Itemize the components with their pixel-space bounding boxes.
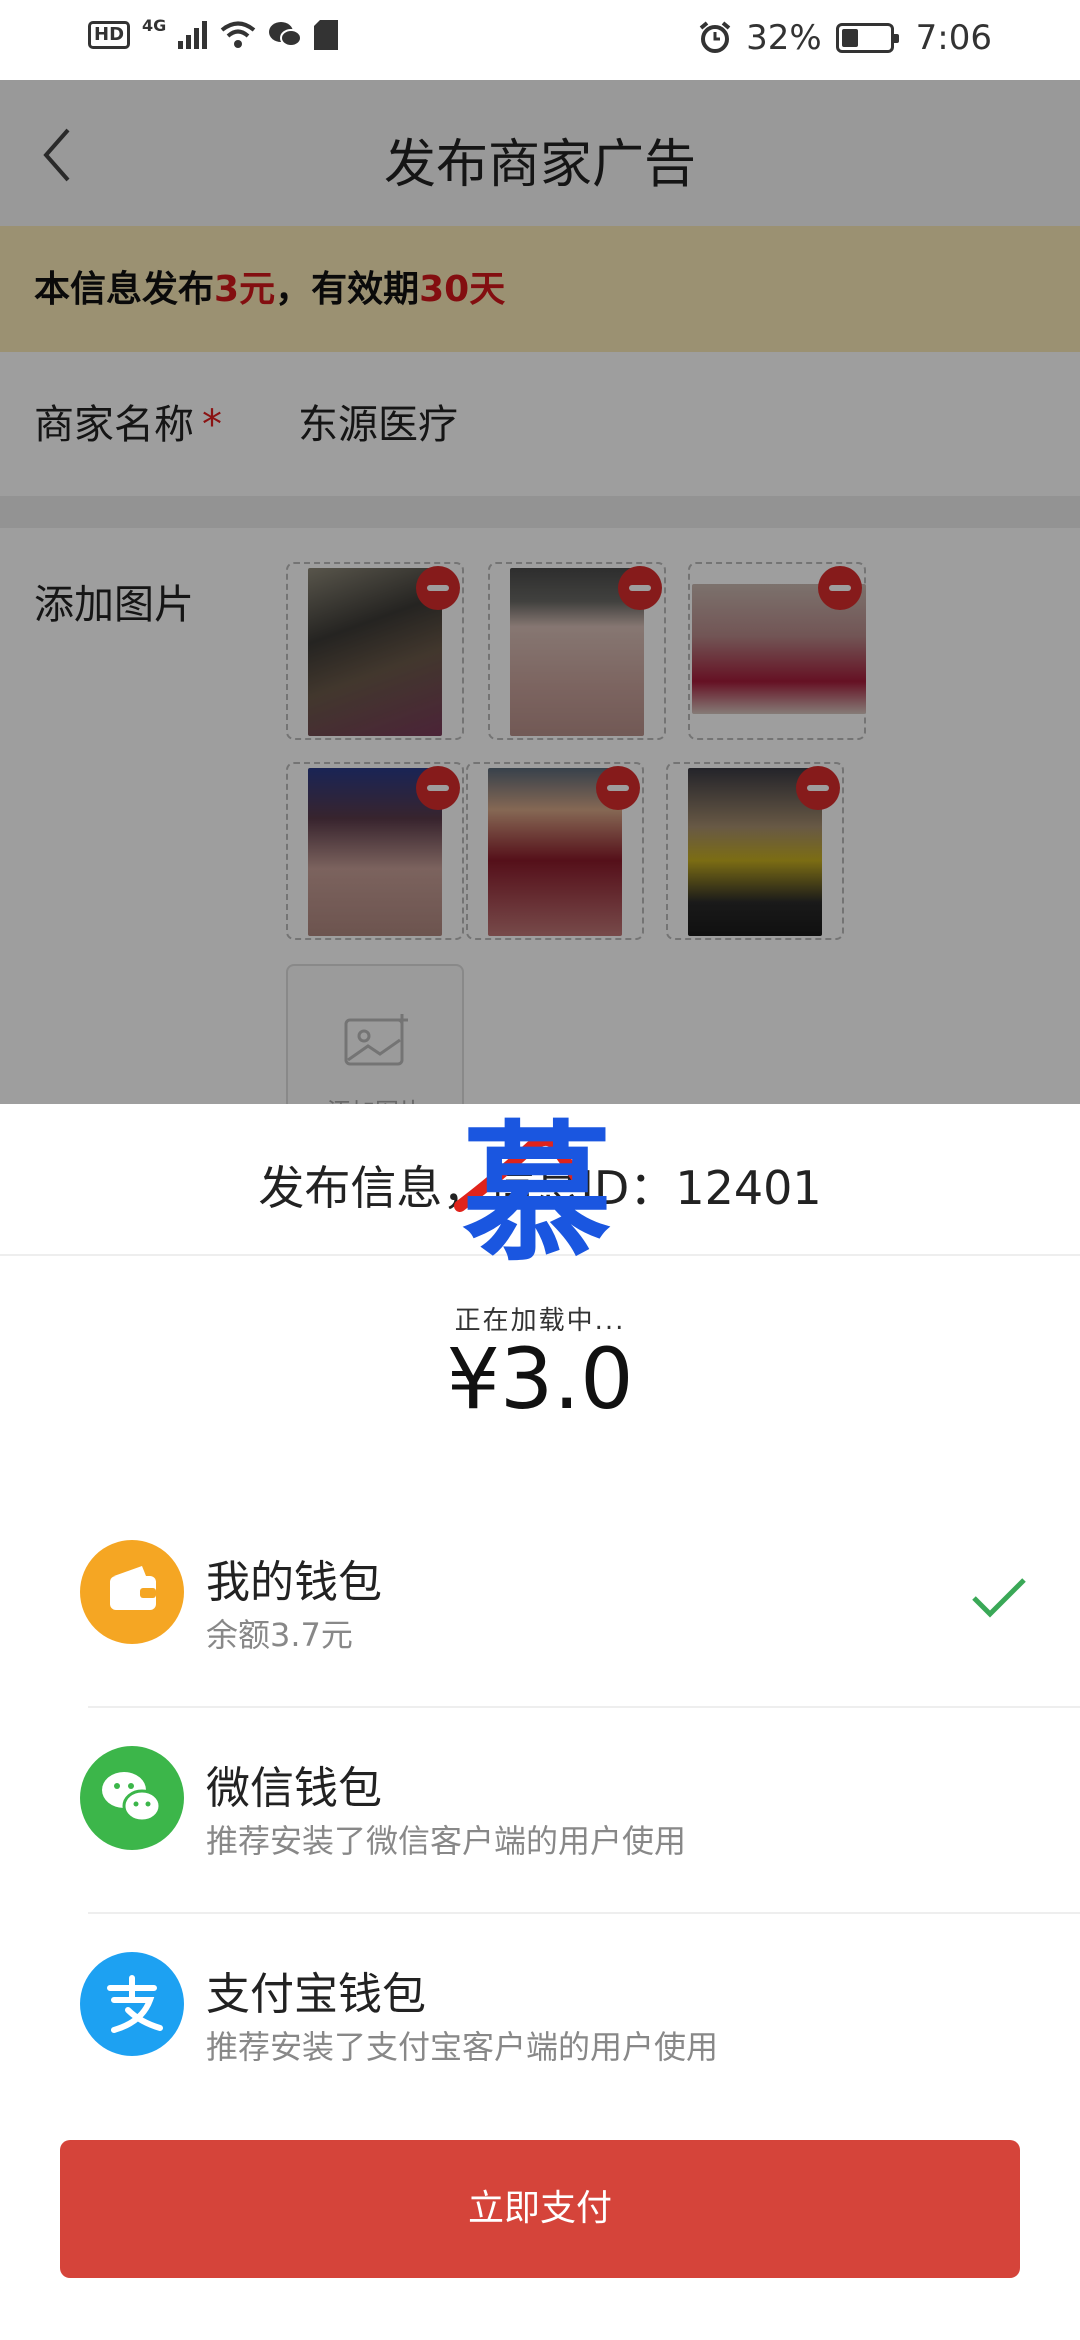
wallet-icon [80, 1540, 184, 1644]
pay-option-name: 微信钱包 [206, 1763, 382, 1814]
wifi-icon [221, 21, 256, 48]
pay-now-button[interactable]: 立即支付 [60, 2140, 1020, 2278]
payment-sheet: 发布信息，信息ID：12401 慕 正在加载中... ¥3.0 我的钱包 余额3… [0, 1104, 1080, 2340]
pay-option-wallet[interactable]: 我的钱包 余额3.7元 [0, 1502, 1080, 1708]
clock: 7:06 [915, 18, 992, 58]
watermark-stamp: 慕 [454, 1108, 612, 1276]
wechat-notification-icon [269, 22, 303, 47]
pay-option-desc: 余额3.7元 [206, 1616, 353, 1654]
pay-option-desc: 推荐安装了微信客户端的用户使用 [206, 1822, 687, 1860]
pay-option-alipay[interactable]: 支付宝钱包 推荐安装了支付宝客户端的用户使用 [0, 1914, 1080, 2120]
network-label: 4G [142, 15, 167, 35]
signal-icon [178, 21, 208, 49]
hd-icon: HD [88, 21, 131, 49]
app-screen: HD 4G 32% 7:06 发布商家广告 本信息发布3元，有效期30天 商家名… [0, 0, 1080, 2340]
alipay-icon [80, 1952, 184, 2056]
payment-amount: ¥3.0 [446, 1330, 634, 1428]
pay-option-name: 我的钱包 [206, 1557, 382, 1608]
status-right-icons: 32% 7:06 [698, 18, 992, 58]
pay-option-wechat[interactable]: 微信钱包 推荐安装了微信客户端的用户使用 [0, 1708, 1080, 1914]
battery-icon [835, 23, 899, 53]
watermark-glyph: 慕 [462, 1108, 612, 1276]
sim-icon [314, 20, 339, 50]
modal-backdrop[interactable] [0, 80, 1080, 1104]
status-left-icons: HD 4G [88, 16, 339, 50]
alarm-icon [699, 21, 731, 53]
pay-option-name: 支付宝钱包 [206, 1969, 426, 2020]
payment-sheet-header: 发布信息，信息ID：12401 慕 [0, 1104, 1080, 1276]
wechat-icon [80, 1746, 184, 1850]
battery-level [841, 29, 859, 47]
pay-option-desc: 推荐安装了支付宝客户端的用户使用 [206, 2028, 719, 2066]
battery-percent: 32% [746, 18, 822, 58]
status-bar: HD 4G 32% 7:06 [0, 0, 1080, 80]
check-icon [972, 1578, 1026, 1618]
